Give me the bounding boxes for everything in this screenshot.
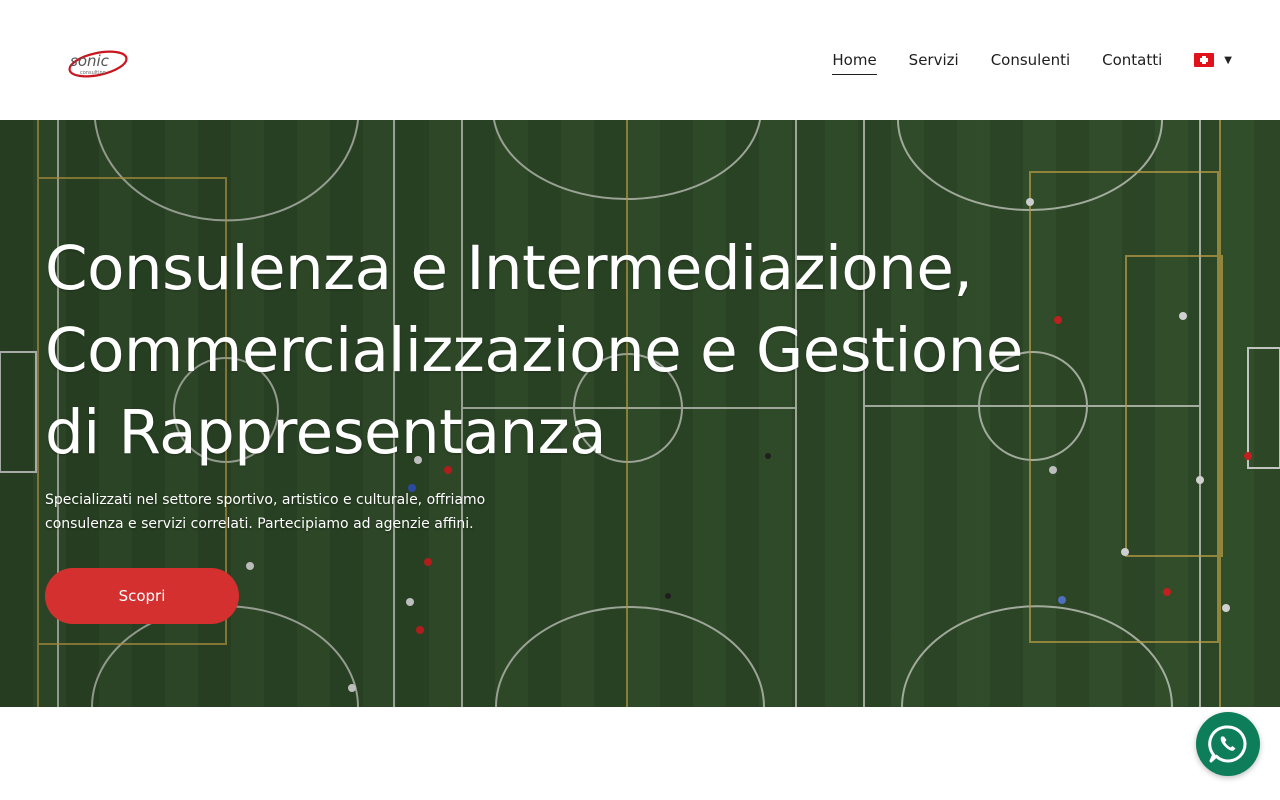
hero-section: Consulenza e Intermediazione, Commercial… bbox=[0, 120, 1280, 707]
hero-title: Consulenza e Intermediazione, Commercial… bbox=[45, 228, 1045, 474]
sonic-logo-icon: sonic consulting bbox=[68, 50, 128, 78]
language-selector[interactable]: ▼ bbox=[1194, 53, 1232, 67]
swiss-flag-icon bbox=[1194, 53, 1215, 67]
scopri-button[interactable]: Scopri bbox=[45, 568, 239, 624]
hero-title-line: Commercializzazione e Gestione bbox=[45, 315, 1023, 386]
hero-subtitle: Specializzati nel settore sportivo, arti… bbox=[45, 488, 515, 536]
hero-title-line: Consulenza e Intermediazione, bbox=[45, 233, 973, 304]
hero-subtitle-line: consulenza e servizi correlati. Partecip… bbox=[45, 516, 474, 532]
nav-item-contatti[interactable]: Contatti bbox=[1102, 46, 1162, 74]
svg-text:consulting: consulting bbox=[80, 70, 106, 76]
whatsapp-icon bbox=[1208, 725, 1247, 763]
nav-item-consulenti[interactable]: Consulenti bbox=[991, 46, 1070, 74]
nav-item-home[interactable]: Home bbox=[832, 46, 877, 75]
chevron-down-icon: ▼ bbox=[1224, 54, 1232, 66]
svg-text:sonic: sonic bbox=[70, 52, 110, 70]
site-logo[interactable]: sonic consulting bbox=[66, 44, 132, 80]
hero-subtitle-line: Specializzati nel settore sportivo, arti… bbox=[45, 492, 486, 508]
hero-title-line: di Rappresentanza bbox=[45, 397, 607, 468]
nav-item-servizi[interactable]: Servizi bbox=[909, 46, 959, 74]
main-nav: Home Servizi Consulenti Contatti ▼ bbox=[800, 46, 1232, 75]
whatsapp-button[interactable] bbox=[1196, 712, 1260, 776]
site-header: sonic consulting Home Servizi Consulenti… bbox=[0, 0, 1280, 120]
